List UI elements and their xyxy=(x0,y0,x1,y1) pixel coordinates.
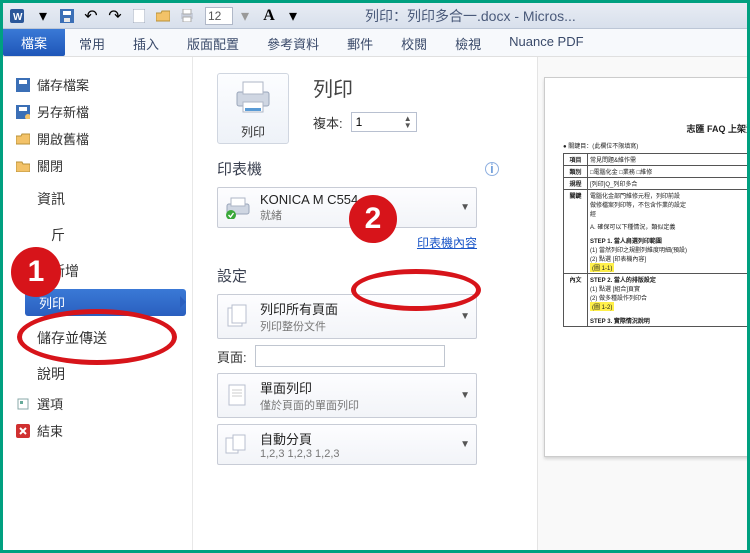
close-folder-icon xyxy=(15,158,31,174)
preview-doc-title: 志匯 FAQ 上架資 xyxy=(563,122,747,135)
ribbon-tabs: 檔案 常用 插入 版面配置 參考資料 郵件 校閱 檢視 Nuance PDF xyxy=(3,29,747,57)
printer-icon xyxy=(233,80,273,114)
qat-dropdown-icon[interactable]: ▾ xyxy=(32,6,54,26)
chevron-down-icon: ▼ xyxy=(460,202,470,213)
new-doc-icon[interactable] xyxy=(128,6,150,26)
print-heading: 列印 xyxy=(313,73,417,102)
copies-value: 1 xyxy=(356,115,363,129)
menu-recent-truncated[interactable]: 斤 xyxy=(3,215,192,251)
save-icon xyxy=(15,77,31,93)
redo-icon[interactable]: ↷ xyxy=(104,6,126,26)
annotation-badge-2: 2 xyxy=(349,195,397,243)
print-panel: 列印 列印 複本: 1 ▲▼ 印表機 i KONIC xyxy=(193,57,537,550)
qat-sep-icon: ▾ xyxy=(234,6,256,26)
print-button[interactable]: 列印 xyxy=(217,73,289,144)
menu-exit[interactable]: 結束 xyxy=(3,417,192,444)
preview-table: 項目常見問題&維作需 類別□電腦化金 □業務 □維修 規程[列印]Q_列印多合 … xyxy=(563,153,747,327)
title-bar: W ▾ ↶ ↷ 12 ▾ A ▾ 列印：列印多合一.docx - Micros.… xyxy=(3,3,747,29)
printer-properties-link[interactable]: 印表機內容 xyxy=(217,234,477,251)
menu-save-as-label: 另存新檔 xyxy=(37,102,89,121)
side-line1: 單面列印 xyxy=(260,378,460,397)
quick-print-icon[interactable] xyxy=(176,6,198,26)
pages-input[interactable] xyxy=(255,345,445,367)
word-app-icon: W xyxy=(9,8,27,24)
open-folder-icon xyxy=(15,131,31,147)
font-grow-icon[interactable]: A xyxy=(258,6,280,26)
chevron-down-icon: ▼ xyxy=(460,311,470,322)
print-button-label: 列印 xyxy=(218,123,288,140)
menu-open[interactable]: 開啟舊檔 xyxy=(3,125,192,152)
undo-icon[interactable]: ↶ xyxy=(80,6,102,26)
print-preview-pane: 志匯 FAQ 上架資 ● 關鍵目：(此欄位不限填寫) 項目常見問題&維作需 類別… xyxy=(537,57,747,550)
svg-text:W: W xyxy=(13,12,23,23)
pages-icon xyxy=(224,303,252,331)
menu-save-label: 儲存檔案 xyxy=(37,75,89,94)
tab-home[interactable]: 常用 xyxy=(65,29,119,56)
chevron-down-icon: ▼ xyxy=(460,439,470,450)
menu-save-as[interactable]: 另存新檔 xyxy=(3,98,192,125)
backstage-leftnav: 儲存檔案 另存新檔 開啟舊檔 關閉 資訊 斤 新增 列印 儲存並傳送 說明 選項… xyxy=(3,57,193,550)
tab-insert[interactable]: 插入 xyxy=(119,29,173,56)
menu-info[interactable]: 資訊 xyxy=(3,179,192,215)
tab-nuance[interactable]: Nuance PDF xyxy=(495,29,597,56)
exit-icon xyxy=(15,423,31,439)
tab-references[interactable]: 參考資料 xyxy=(253,29,333,56)
annotation-badge-1: 1 xyxy=(11,247,61,297)
menu-close-label: 關閉 xyxy=(37,156,63,175)
settings-heading: 設定 xyxy=(217,265,247,286)
single-side-icon xyxy=(224,382,252,410)
printer-selector[interactable]: KONICA M C554 就緒 ▼ xyxy=(217,187,477,228)
collate-line2: 1,2,3 1,2,3 1,2,3 xyxy=(260,448,460,460)
preview-page: 志匯 FAQ 上架資 ● 關鍵目：(此欄位不限填寫) 項目常見問題&維作需 類別… xyxy=(544,77,747,457)
window-title: 列印：列印多合一.docx - Micros... xyxy=(365,6,576,26)
tab-mailings[interactable]: 郵件 xyxy=(333,29,387,56)
annotation-ring-1 xyxy=(17,309,177,365)
options-icon xyxy=(15,396,31,412)
menu-exit-label: 結束 xyxy=(37,421,63,440)
font-size-value: 12 xyxy=(208,9,221,23)
menu-open-label: 開啟舊檔 xyxy=(37,129,89,148)
font-size-box[interactable]: 12 xyxy=(205,7,233,25)
pages-label: 頁面: xyxy=(217,347,247,366)
menu-options-label: 選項 xyxy=(37,394,63,413)
menu-save[interactable]: 儲存檔案 xyxy=(3,71,192,98)
printer-heading: 印表機 xyxy=(217,158,262,179)
copies-label: 複本: xyxy=(313,113,343,132)
tab-review[interactable]: 校閱 xyxy=(387,29,441,56)
tab-layout[interactable]: 版面配置 xyxy=(173,29,253,56)
collate-line1: 自動分頁 xyxy=(260,429,460,448)
menu-options[interactable]: 選項 xyxy=(3,390,192,417)
info-icon[interactable]: i xyxy=(485,162,499,176)
side-line2: 僅於頁面的單面列印 xyxy=(260,397,460,413)
menu-close[interactable]: 關閉 xyxy=(3,152,192,179)
save-as-icon xyxy=(15,104,31,120)
collate-icon xyxy=(224,431,252,459)
tab-file[interactable]: 檔案 xyxy=(3,29,65,56)
stepper-arrows-icon[interactable]: ▲▼ xyxy=(404,115,412,129)
printer-status-icon xyxy=(224,194,252,222)
copies-stepper[interactable]: 1 ▲▼ xyxy=(351,112,417,132)
save-icon[interactable] xyxy=(56,6,78,26)
scope-line2: 列印整份文件 xyxy=(260,318,460,334)
qat-more-icon[interactable]: ▾ xyxy=(282,6,304,26)
backstage-view: 儲存檔案 另存新檔 開啟舊檔 關閉 資訊 斤 新增 列印 儲存並傳送 說明 選項… xyxy=(3,57,747,550)
chevron-down-icon: ▼ xyxy=(460,390,470,401)
print-side-selector[interactable]: 單面列印 僅於頁面的單面列印 ▼ xyxy=(217,373,477,418)
tab-view[interactable]: 檢視 xyxy=(441,29,495,56)
collate-selector[interactable]: 自動分頁 1,2,3 1,2,3 1,2,3 ▼ xyxy=(217,424,477,465)
annotation-ring-2 xyxy=(351,269,481,311)
open-icon[interactable] xyxy=(152,6,174,26)
